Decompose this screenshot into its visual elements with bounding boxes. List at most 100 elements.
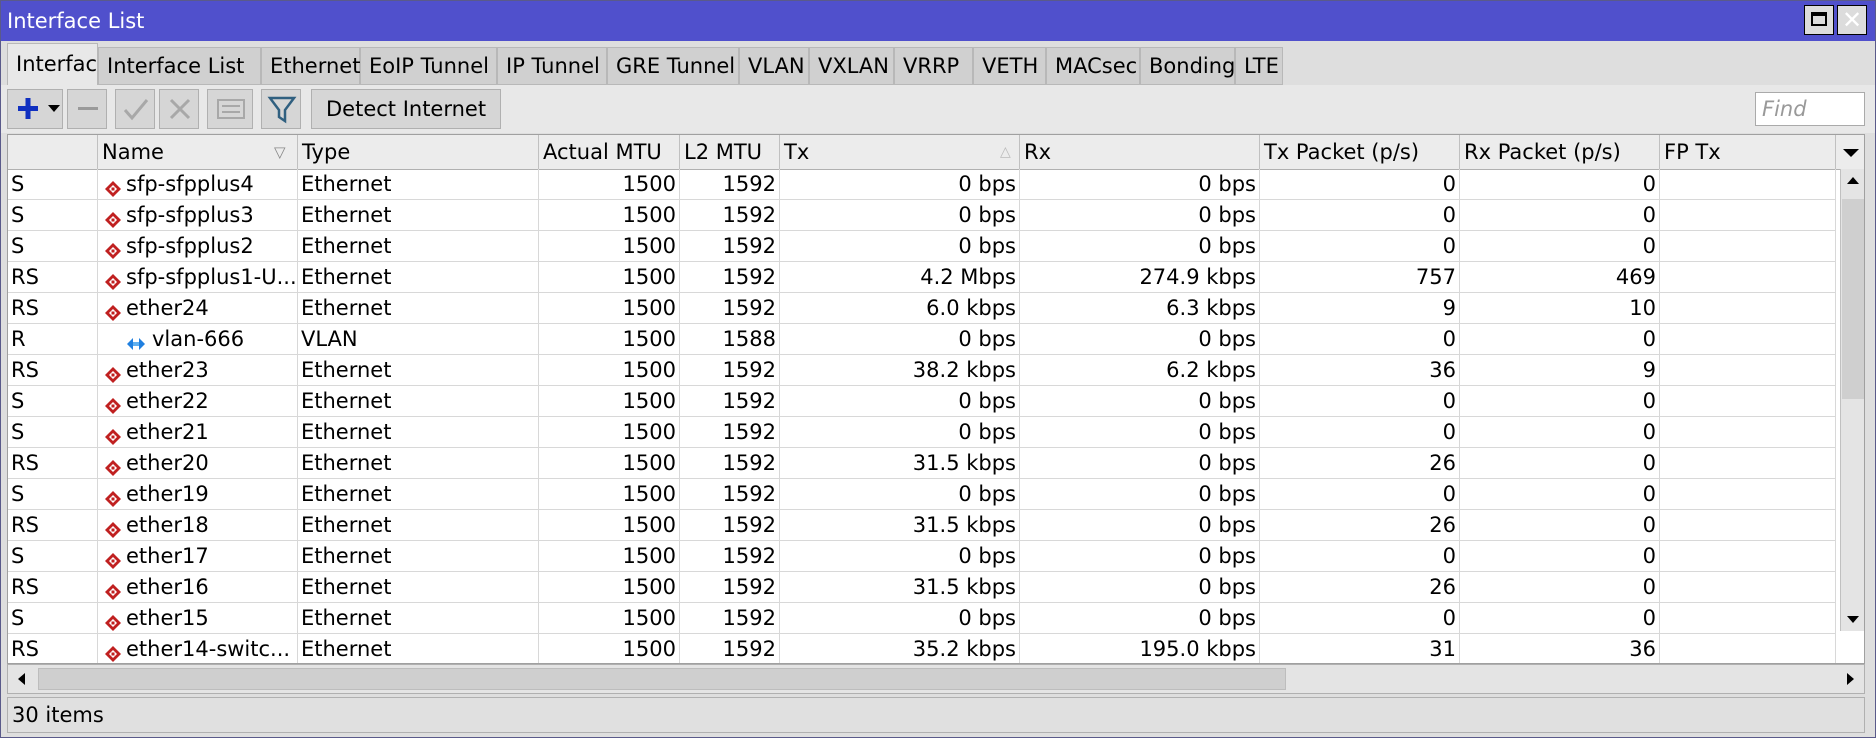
fp-tx-cell: [1660, 541, 1836, 572]
filter-button[interactable]: [261, 89, 301, 129]
tx-cell: 0 bps: [780, 200, 1020, 231]
table-row[interactable]: Sether21 Ethernet 1500 1592 0 bps 0 bps 0 0: [8, 417, 1836, 448]
tab-veth[interactable]: VETH: [973, 47, 1046, 85]
col-actual-mtu[interactable]: Actual MTU: [539, 135, 680, 169]
tx-cell: 0 bps: [780, 541, 1020, 572]
table-row[interactable]: Sether22 Ethernet 1500 1592 0 bps 0 bps 0 0: [8, 386, 1836, 417]
title-bar[interactable]: Interface List ✕: [1, 1, 1875, 41]
tab-vlan[interactable]: VLAN: [739, 47, 809, 85]
type-cell: Ethernet: [298, 386, 539, 417]
rx-cell: 0 bps: [1020, 200, 1260, 231]
tx-cell: 31.5 kbps: [780, 510, 1020, 541]
table-row[interactable]: Ssfp-sfpplus3 Ethernet 1500 1592 0 bps 0 bps 0…: [8, 200, 1836, 231]
vertical-scrollbar[interactable]: [1840, 169, 1864, 631]
tab-interface-list[interactable]: Interface List: [98, 47, 261, 85]
col-fp-tx[interactable]: FP Tx: [1660, 135, 1836, 169]
scroll-left-button[interactable]: [10, 667, 34, 691]
arrow-down-icon: [1847, 616, 1859, 623]
scroll-right-button[interactable]: [1838, 667, 1862, 691]
arrow-left-icon: [18, 673, 25, 685]
tab-gre-tunnel[interactable]: GRE Tunnel: [607, 47, 739, 85]
col-flags[interactable]: [8, 135, 98, 169]
col-rx-packet[interactable]: Rx Packet (p/s): [1460, 135, 1660, 169]
table-row[interactable]: RS ether18 Ethernet 1500 1592 31.5 kbps 0 bps 2…: [8, 510, 1836, 541]
detect-internet-button[interactable]: Detect Internet: [311, 89, 502, 129]
fp-tx-cell: [1660, 479, 1836, 510]
table-row[interactable]: Sether19 Ethernet 1500 1592 0 bps 0 bps 0 0: [8, 479, 1836, 510]
name-cell: vlan-666: [98, 324, 298, 355]
table-row[interactable]: RS sfp-sfpplus1-U... Ethernet 1500 1592 4.2 M…: [8, 262, 1836, 293]
tab-macsec[interactable]: MACsec: [1046, 47, 1140, 85]
flags-cell: RS: [8, 634, 98, 663]
type-cell: Ethernet: [298, 448, 539, 479]
col-tx[interactable]: Tx △: [780, 135, 1020, 169]
tab-vxlan[interactable]: VXLAN: [809, 47, 894, 85]
fp-tx-cell: [1660, 510, 1836, 541]
table-row[interactable]: Ssfp-sfpplus4 Ethernet 1500 1592 0 bps 0 bps 0…: [8, 169, 1836, 200]
remove-button[interactable]: [67, 89, 107, 129]
horizontal-scroll-thumb[interactable]: [38, 668, 1286, 690]
tab-lte[interactable]: LTE: [1235, 47, 1283, 85]
maximize-icon: [1811, 12, 1827, 26]
maximize-button[interactable]: [1804, 5, 1834, 35]
comment-icon: [217, 99, 245, 119]
col-type[interactable]: Type: [298, 135, 539, 169]
col-name[interactable]: Name ▽: [98, 135, 298, 169]
tab-vrrp[interactable]: VRRP: [894, 47, 973, 85]
filter-icon: [267, 96, 297, 124]
scroll-up-button[interactable]: [1841, 169, 1864, 193]
table-row[interactable]: RS ether14-switc... Ethernet 1500 1592 35.2 k…: [8, 634, 1836, 663]
tx-packet-cell: 0: [1260, 479, 1460, 510]
disable-button[interactable]: [159, 89, 199, 129]
table-row[interactable]: RS ether24 Ethernet 1500 1592 6.0 kbps 6.3 kbp…: [8, 293, 1836, 324]
col-l2-mtu[interactable]: L2 MTU: [680, 135, 780, 169]
interface-table: Name ▽ Type Actual MTU L2 MTU Tx △ Rx Tx P…: [7, 134, 1865, 664]
tx-packet-cell: 0: [1260, 386, 1460, 417]
horizontal-scrollbar[interactable]: [7, 664, 1865, 694]
fp-tx-cell: [1660, 386, 1836, 417]
table-row[interactable]: Ssfp-sfpplus2 Ethernet 1500 1592 0 bps 0 bps 0…: [8, 231, 1836, 262]
type-cell: VLAN: [298, 324, 539, 355]
type-cell: Ethernet: [298, 355, 539, 386]
tab-ip-tunnel[interactable]: IP Tunnel: [497, 47, 607, 85]
l2-mtu-cell: 1592: [680, 262, 780, 293]
enable-button[interactable]: [115, 89, 155, 129]
tab-interface[interactable]: Interface: [7, 43, 110, 85]
tx-packet-cell: 0: [1260, 169, 1460, 200]
tab-bonding[interactable]: Bonding: [1140, 47, 1235, 85]
rx-cell: 0 bps: [1020, 231, 1260, 262]
l2-mtu-cell: 1588: [680, 324, 780, 355]
actual-mtu-cell: 1500: [539, 200, 680, 231]
table-row[interactable]: RS ether16 Ethernet 1500 1592 31.5 kbps 0 bps 2…: [8, 572, 1836, 603]
close-button[interactable]: ✕: [1837, 5, 1867, 35]
ethernet-port-icon: [104, 300, 122, 321]
ethernet-port-icon: [104, 362, 122, 383]
ethernet-port-icon: [104, 548, 122, 569]
rx-cell: 0 bps: [1020, 479, 1260, 510]
vertical-scroll-thumb[interactable]: [1842, 199, 1864, 399]
add-button[interactable]: [7, 89, 63, 129]
l2-mtu-cell: 1592: [680, 603, 780, 634]
find-input[interactable]: [1755, 92, 1865, 126]
table-row[interactable]: Rvlan-666 VLAN 1500 1588 0 bps 0 bps 0 0: [8, 324, 1836, 355]
actual-mtu-cell: 1500: [539, 448, 680, 479]
tab-ethernet[interactable]: Ethernet: [261, 47, 360, 85]
col-tx-packet[interactable]: Tx Packet (p/s): [1260, 135, 1460, 169]
fp-tx-cell: [1660, 634, 1836, 663]
column-menu-button[interactable]: [1836, 135, 1864, 169]
tx-cell: 35.2 kbps: [780, 634, 1020, 663]
tab-eoip-tunnel[interactable]: EoIP Tunnel: [360, 47, 497, 85]
table-row[interactable]: Sether17 Ethernet 1500 1592 0 bps 0 bps 0 0: [8, 541, 1836, 572]
vlan-icon: [126, 331, 145, 350]
comment-button[interactable]: [207, 89, 253, 129]
rx-packet-cell: 10: [1460, 293, 1660, 324]
flags-cell: S: [8, 386, 98, 417]
name-cell: ether18: [98, 510, 298, 541]
table-row[interactable]: RS ether20 Ethernet 1500 1592 31.5 kbps 0 bps 2…: [8, 448, 1836, 479]
rx-packet-cell: 0: [1460, 479, 1660, 510]
ethernet-port-icon: [104, 641, 122, 662]
table-row[interactable]: Sether15 Ethernet 1500 1592 0 bps 0 bps 0 0: [8, 603, 1836, 634]
scroll-down-button[interactable]: [1841, 607, 1864, 631]
table-row[interactable]: RS ether23 Ethernet 1500 1592 38.2 kbps 6.2 kb…: [8, 355, 1836, 386]
col-rx[interactable]: Rx: [1020, 135, 1260, 169]
